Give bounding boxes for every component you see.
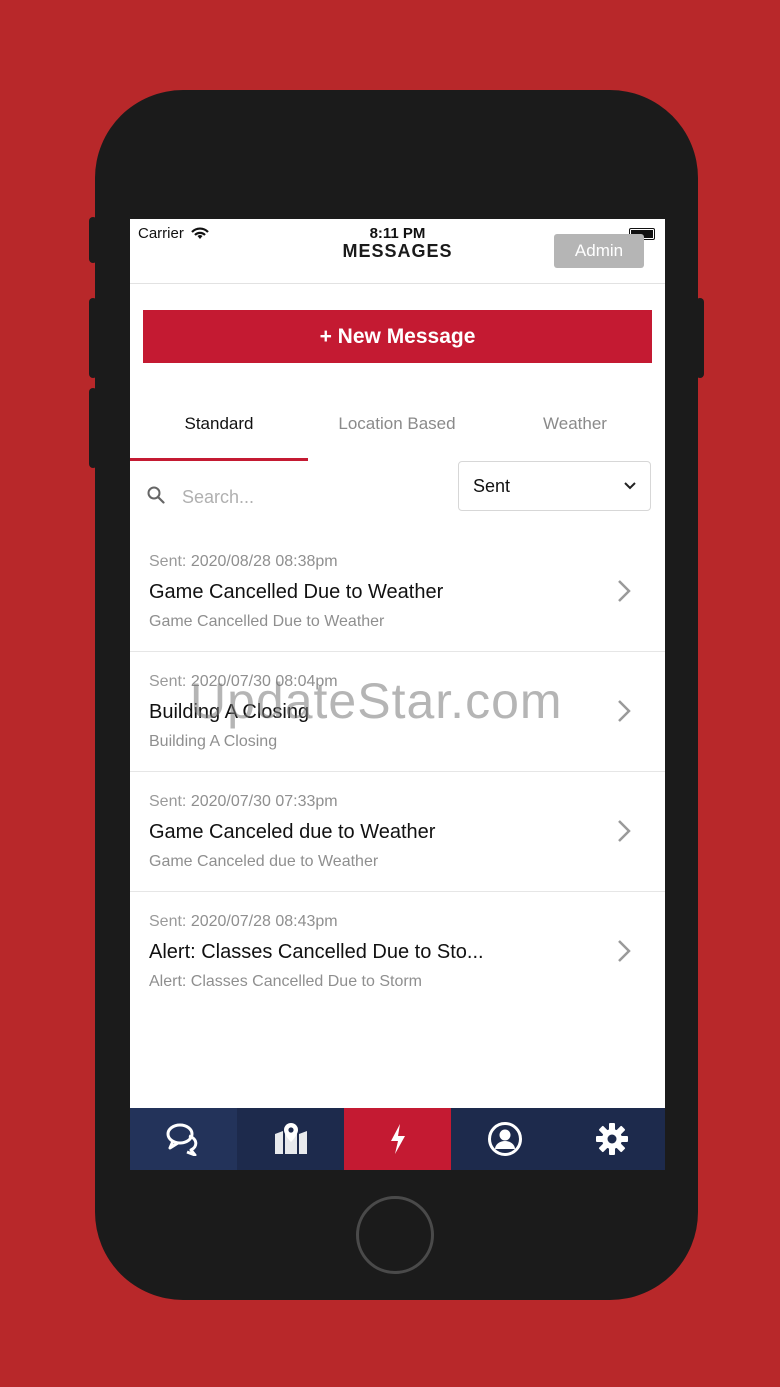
message-title: Game Canceled due to Weather (149, 821, 436, 843)
tab-location-based[interactable]: Location Based (308, 399, 486, 461)
message-tabs: Standard Location Based Weather (130, 399, 665, 461)
header-divider (130, 283, 665, 284)
message-sent-date: Sent: 2020/07/28 08:43pm (149, 913, 338, 930)
chat-bubbles-icon (166, 1123, 197, 1156)
message-list: Sent: 2020/08/28 08:38pm Game Cancelled … (130, 532, 665, 1012)
map-pin-icon (274, 1123, 307, 1154)
tab-alerts[interactable] (344, 1108, 451, 1170)
search-input[interactable] (180, 481, 384, 513)
tab-profile[interactable] (451, 1108, 558, 1170)
tab-settings[interactable] (558, 1108, 665, 1170)
search-icon (147, 486, 165, 504)
chevron-right-icon (618, 940, 631, 962)
admin-button[interactable]: Admin (554, 234, 644, 268)
status-filter-value: Sent (473, 475, 511, 496)
tab-weather[interactable]: Weather (486, 399, 664, 461)
message-sent-date: Sent: 2020/07/30 07:33pm (149, 793, 338, 810)
chevron-right-icon (618, 700, 631, 722)
message-title: Building A Closing (149, 701, 310, 723)
message-preview: Alert: Classes Cancelled Due to Storm (149, 973, 422, 990)
chevron-right-icon (618, 820, 631, 842)
message-sent-date: Sent: 2020/07/30 08:04pm (149, 673, 338, 690)
tab-messages[interactable] (130, 1108, 237, 1170)
message-row[interactable]: Sent: 2020/07/30 08:04pm Building A Clos… (130, 652, 665, 772)
new-message-button[interactable]: + New Message (143, 310, 652, 363)
message-title: Alert: Classes Cancelled Due to Sto... (149, 941, 484, 963)
message-preview: Game Canceled due to Weather (149, 853, 379, 870)
user-icon (487, 1122, 522, 1156)
tab-map[interactable] (237, 1108, 344, 1170)
chevron-right-icon (618, 580, 631, 602)
message-row[interactable]: Sent: 2020/08/28 08:38pm Game Cancelled … (130, 532, 665, 652)
app-screen: Carrier 8:11 PM MESSAGES Admin + New Mes… (130, 219, 665, 1170)
lightning-icon (390, 1124, 405, 1154)
tab-standard[interactable]: Standard (130, 399, 308, 461)
message-title: Game Cancelled Due to Weather (149, 581, 444, 603)
status-filter-select[interactable]: Sent (458, 461, 651, 511)
gear-icon (595, 1123, 628, 1155)
message-preview: Game Cancelled Due to Weather (149, 613, 385, 630)
message-preview: Building A Closing (149, 733, 278, 750)
message-row[interactable]: Sent: 2020/07/30 07:33pm Game Canceled d… (130, 772, 665, 892)
bottom-tab-bar (130, 1108, 665, 1170)
chevron-down-icon (624, 482, 636, 490)
home-button[interactable] (356, 1196, 434, 1274)
message-sent-date: Sent: 2020/08/28 08:38pm (149, 553, 338, 570)
message-row[interactable]: Sent: 2020/07/28 08:43pm Alert: Classes … (130, 892, 665, 1012)
